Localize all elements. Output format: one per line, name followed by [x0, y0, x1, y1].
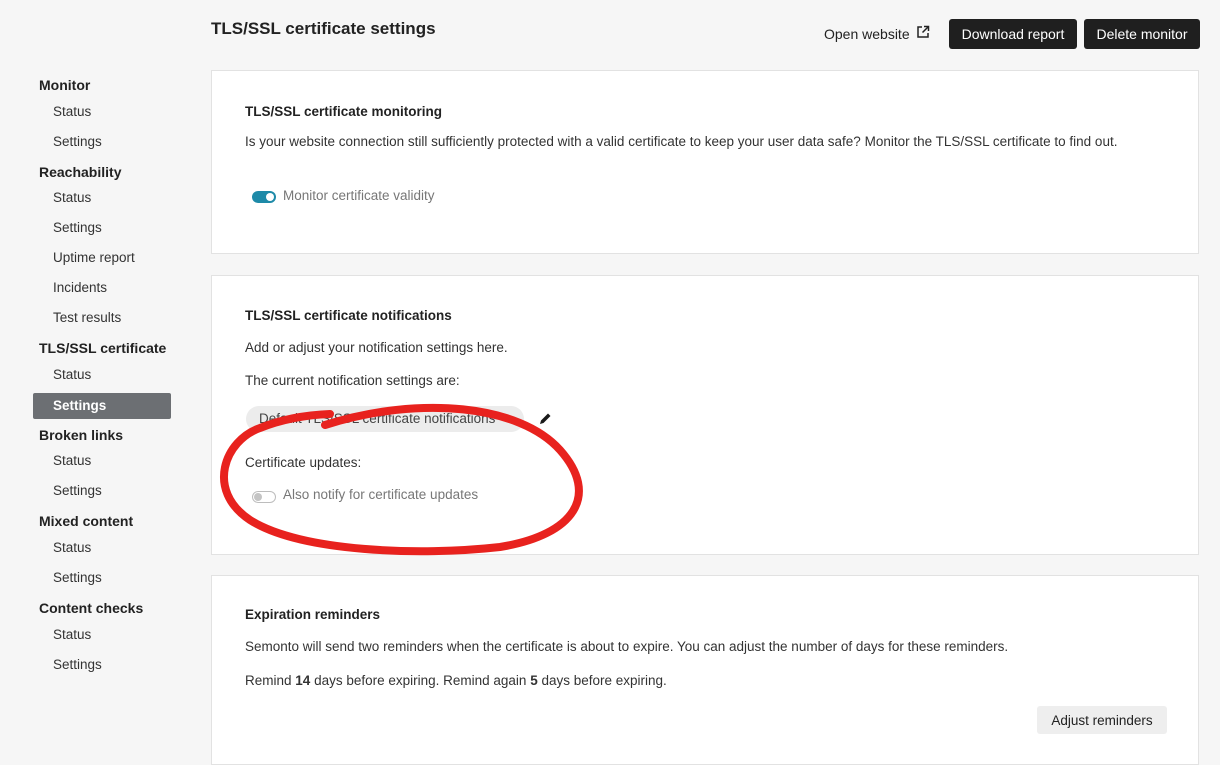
- sidebar-item-tls-settings[interactable]: Settings: [33, 393, 171, 419]
- certificate-updates-toggle[interactable]: [252, 491, 276, 503]
- monitoring-description: Is your website connection still suffici…: [245, 134, 1118, 149]
- reminders-summary: Remind 14 days before expiring. Remind a…: [245, 671, 667, 691]
- sidebar-item-tls-status[interactable]: Status: [53, 367, 91, 382]
- sidebar-item-mixed-content-status[interactable]: Status: [53, 540, 91, 555]
- sidebar-item-reachability-settings[interactable]: Settings: [53, 220, 102, 235]
- download-report-button[interactable]: Download report: [949, 19, 1077, 49]
- pencil-icon[interactable]: [538, 412, 552, 431]
- external-link-icon: [916, 25, 930, 42]
- sidebar-item-uptime-report[interactable]: Uptime report: [53, 250, 135, 265]
- sidebar-item-incidents[interactable]: Incidents: [53, 280, 107, 295]
- sidebar-item-broken-links-settings[interactable]: Settings: [53, 483, 102, 498]
- sidebar: Monitor Status Settings Reachability Sta…: [0, 0, 190, 752]
- sidebar-item-reachability-status[interactable]: Status: [53, 190, 91, 205]
- delete-monitor-button[interactable]: Delete monitor: [1084, 19, 1200, 49]
- monitor-validity-label: Monitor certificate validity: [283, 188, 435, 203]
- open-website-link[interactable]: Open website: [824, 25, 930, 42]
- notifications-line1: Add or adjust your notification settings…: [245, 340, 508, 355]
- adjust-reminders-button[interactable]: Adjust reminders: [1037, 706, 1167, 734]
- monitor-validity-toggle[interactable]: [252, 191, 276, 203]
- sidebar-item-monitor-status[interactable]: Status: [53, 104, 91, 119]
- sidebar-item-broken-links-status[interactable]: Status: [53, 453, 91, 468]
- reminders-description: Semonto will send two reminders when the…: [245, 639, 1009, 654]
- remind-prefix: Remind: [245, 673, 296, 688]
- sidebar-item-test-results[interactable]: Test results: [53, 310, 121, 325]
- monitoring-title: TLS/SSL certificate monitoring: [245, 104, 443, 119]
- notifications-card: TLS/SSL certificate notifications Add or…: [211, 275, 1199, 555]
- first-reminder-days: 14: [295, 673, 311, 688]
- remind-middle: days before expiring. Remind again: [310, 673, 531, 688]
- sidebar-item-mixed-content-settings[interactable]: Settings: [53, 570, 102, 585]
- notifications-line2: The current notification settings are:: [245, 373, 460, 388]
- remind-suffix: days before expiring.: [537, 673, 667, 688]
- sidebar-group-content-checks[interactable]: Content checks: [39, 600, 143, 616]
- open-website-label: Open website: [824, 25, 910, 42]
- sidebar-group-broken-links[interactable]: Broken links: [39, 427, 123, 443]
- certificate-updates-toggle-label: Also notify for certificate updates: [283, 487, 479, 502]
- sidebar-item-content-checks-settings[interactable]: Settings: [53, 657, 102, 672]
- sidebar-group-tls-ssl[interactable]: TLS/SSL certificate: [39, 340, 166, 356]
- second-reminder-days: 5: [530, 673, 538, 688]
- sidebar-group-monitor[interactable]: Monitor: [39, 77, 90, 93]
- page-title: TLS/SSL certificate settings: [211, 19, 436, 38]
- monitoring-card: TLS/SSL certificate monitoring Is your w…: [211, 70, 1199, 254]
- sidebar-item-content-checks-status[interactable]: Status: [53, 627, 91, 642]
- sidebar-item-monitor-settings[interactable]: Settings: [53, 134, 102, 149]
- sidebar-group-reachability[interactable]: Reachability: [39, 164, 121, 180]
- reminders-title: Expiration reminders: [245, 607, 381, 622]
- sidebar-group-mixed-content[interactable]: Mixed content: [39, 513, 133, 529]
- reminders-card: Expiration reminders Semonto will send t…: [211, 575, 1199, 765]
- current-notification-setting[interactable]: Default TLS/SSL certificate notification…: [246, 406, 524, 432]
- certificate-updates-label: Certificate updates:: [245, 455, 362, 470]
- notifications-title: TLS/SSL certificate notifications: [245, 308, 452, 323]
